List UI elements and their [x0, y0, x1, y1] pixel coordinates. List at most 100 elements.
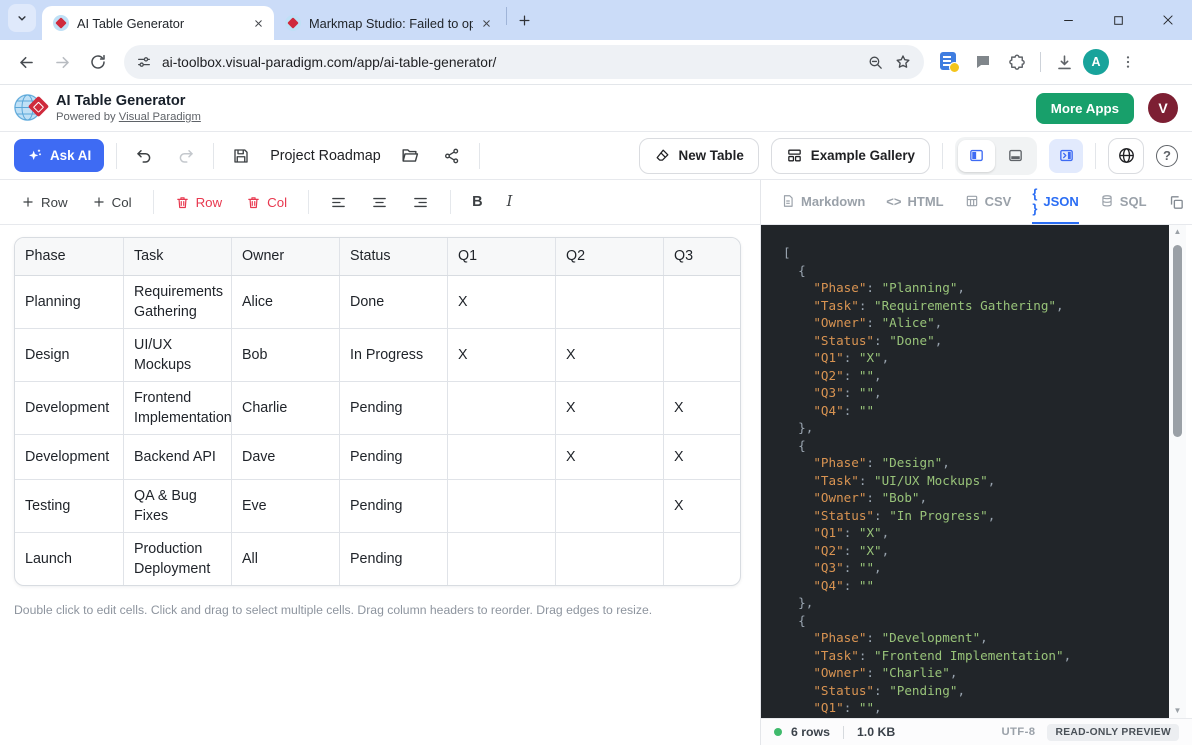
more-apps-button[interactable]: More Apps [1036, 93, 1134, 124]
column-header[interactable]: Q1 [448, 238, 556, 275]
table-cell[interactable] [556, 276, 664, 328]
table-cell[interactable]: Production Deployment [124, 533, 232, 585]
table-cell[interactable]: X [448, 329, 556, 381]
comment-bubble-icon[interactable] [968, 47, 998, 77]
table-cell[interactable]: Eve [232, 480, 340, 532]
table-cell[interactable]: X [556, 329, 664, 381]
table-cell[interactable]: Dave [232, 435, 340, 479]
table-cell[interactable]: X [664, 480, 740, 532]
table-cell[interactable]: Bob [232, 329, 340, 381]
visual-paradigm-link[interactable]: Visual Paradigm [119, 111, 201, 123]
table-cell[interactable]: Pending [340, 435, 448, 479]
table-cell[interactable]: Backend API [124, 435, 232, 479]
reload-button[interactable] [82, 46, 114, 78]
zoom-out-icon[interactable] [867, 54, 884, 71]
language-button[interactable] [1108, 138, 1144, 174]
align-center-button[interactable] [362, 187, 397, 217]
table-cell[interactable]: QA & Bug Fixes [124, 480, 232, 532]
align-left-button[interactable] [321, 187, 356, 217]
table-cell[interactable]: X [664, 382, 740, 434]
table-cell[interactable]: Design [15, 329, 124, 381]
table-cell[interactable]: Launch [15, 533, 124, 585]
table-cell[interactable]: Done [340, 276, 448, 328]
table-cell[interactable]: Charlie [232, 382, 340, 434]
window-minimize-button[interactable] [1058, 10, 1078, 30]
table-cell[interactable]: UI/UX Mockups [124, 329, 232, 381]
tab-sql[interactable]: SQL [1100, 180, 1147, 224]
column-header[interactable]: Status [340, 238, 448, 275]
reading-list-icon[interactable] [934, 47, 964, 77]
url-text[interactable]: ai-toolbox.visual-paradigm.com/app/ai-ta… [162, 55, 857, 70]
horizontal-split-toggle[interactable] [997, 140, 1034, 172]
table-cell[interactable]: Frontend Implementation [124, 382, 232, 434]
table-cell[interactable] [448, 435, 556, 479]
save-button[interactable] [226, 141, 256, 171]
help-button[interactable]: ? [1156, 145, 1178, 167]
table-cell[interactable] [448, 480, 556, 532]
add-row-button[interactable]: Row [12, 187, 77, 217]
table-cell[interactable]: X [664, 435, 740, 479]
ask-ai-button[interactable]: Ask AI [14, 139, 104, 172]
scroll-down-arrow[interactable]: ▼ [1174, 704, 1182, 718]
bookmark-star-icon[interactable] [894, 53, 912, 71]
undo-button[interactable] [129, 141, 159, 171]
tab-html[interactable]: <> HTML [886, 180, 943, 224]
table-cell[interactable]: Pending [340, 533, 448, 585]
table-cell[interactable]: X [448, 276, 556, 328]
tab-markdown[interactable]: Markdown [781, 180, 865, 224]
vertical-split-toggle[interactable] [958, 140, 995, 172]
italic-button[interactable]: I [498, 187, 522, 217]
extensions-icon[interactable] [1002, 47, 1032, 77]
table-cell[interactable] [556, 480, 664, 532]
browser-tab-inactive[interactable]: Markmap Studio: Failed to oper [274, 6, 502, 40]
example-gallery-button[interactable]: Example Gallery [771, 138, 930, 174]
site-settings-icon[interactable] [136, 54, 152, 70]
browser-tab-active[interactable]: AI Table Generator [42, 6, 274, 40]
scroll-up-arrow[interactable]: ▲ [1174, 225, 1182, 239]
table-cell[interactable]: Development [15, 435, 124, 479]
document-title[interactable]: Project Roadmap [270, 148, 380, 164]
new-table-button[interactable]: New Table [639, 138, 759, 174]
delete-col-button[interactable]: Col [237, 187, 296, 217]
column-header[interactable]: Q2 [556, 238, 664, 275]
table-cell[interactable] [664, 276, 740, 328]
window-close-button[interactable] [1158, 10, 1178, 30]
browser-profile-avatar[interactable]: A [1083, 49, 1109, 75]
open-folder-button[interactable] [395, 141, 425, 171]
add-col-button[interactable]: Col [83, 187, 141, 217]
tab-csv[interactable]: CSV [965, 180, 1012, 224]
account-avatar[interactable]: V [1148, 93, 1178, 123]
column-header[interactable]: Owner [232, 238, 340, 275]
copy-icon[interactable] [1168, 194, 1185, 211]
window-maximize-button[interactable] [1108, 10, 1128, 30]
table-cell[interactable]: Requirements Gathering [124, 276, 232, 328]
close-tab-icon[interactable] [253, 18, 264, 29]
table-cell[interactable] [664, 533, 740, 585]
share-button[interactable] [437, 141, 467, 171]
address-bar[interactable]: ai-toolbox.visual-paradigm.com/app/ai-ta… [124, 45, 924, 79]
downloads-icon[interactable] [1049, 47, 1079, 77]
close-tab-icon[interactable] [481, 18, 492, 29]
table-cell[interactable]: Testing [15, 480, 124, 532]
redo-button[interactable] [171, 141, 201, 171]
browser-menu-icon[interactable] [1113, 47, 1143, 77]
table-cell[interactable]: Pending [340, 382, 448, 434]
table-cell[interactable] [664, 329, 740, 381]
align-right-button[interactable] [403, 187, 438, 217]
scrollbar[interactable]: ▲ ▼ [1169, 225, 1186, 718]
column-header[interactable]: Q3 [664, 238, 740, 275]
table-cell[interactable]: Pending [340, 480, 448, 532]
table-cell[interactable] [448, 382, 556, 434]
table-cell[interactable]: X [556, 382, 664, 434]
tab-search-button[interactable] [8, 4, 36, 32]
table-cell[interactable] [556, 533, 664, 585]
forward-button[interactable] [46, 46, 78, 78]
table-cell[interactable]: X [556, 435, 664, 479]
back-button[interactable] [10, 46, 42, 78]
table-cell[interactable]: Planning [15, 276, 124, 328]
table-cell[interactable]: In Progress [340, 329, 448, 381]
table-cell[interactable]: All [232, 533, 340, 585]
scrollbar-thumb[interactable] [1173, 245, 1182, 437]
bold-button[interactable]: B [463, 187, 491, 217]
delete-row-button[interactable]: Row [166, 187, 232, 217]
